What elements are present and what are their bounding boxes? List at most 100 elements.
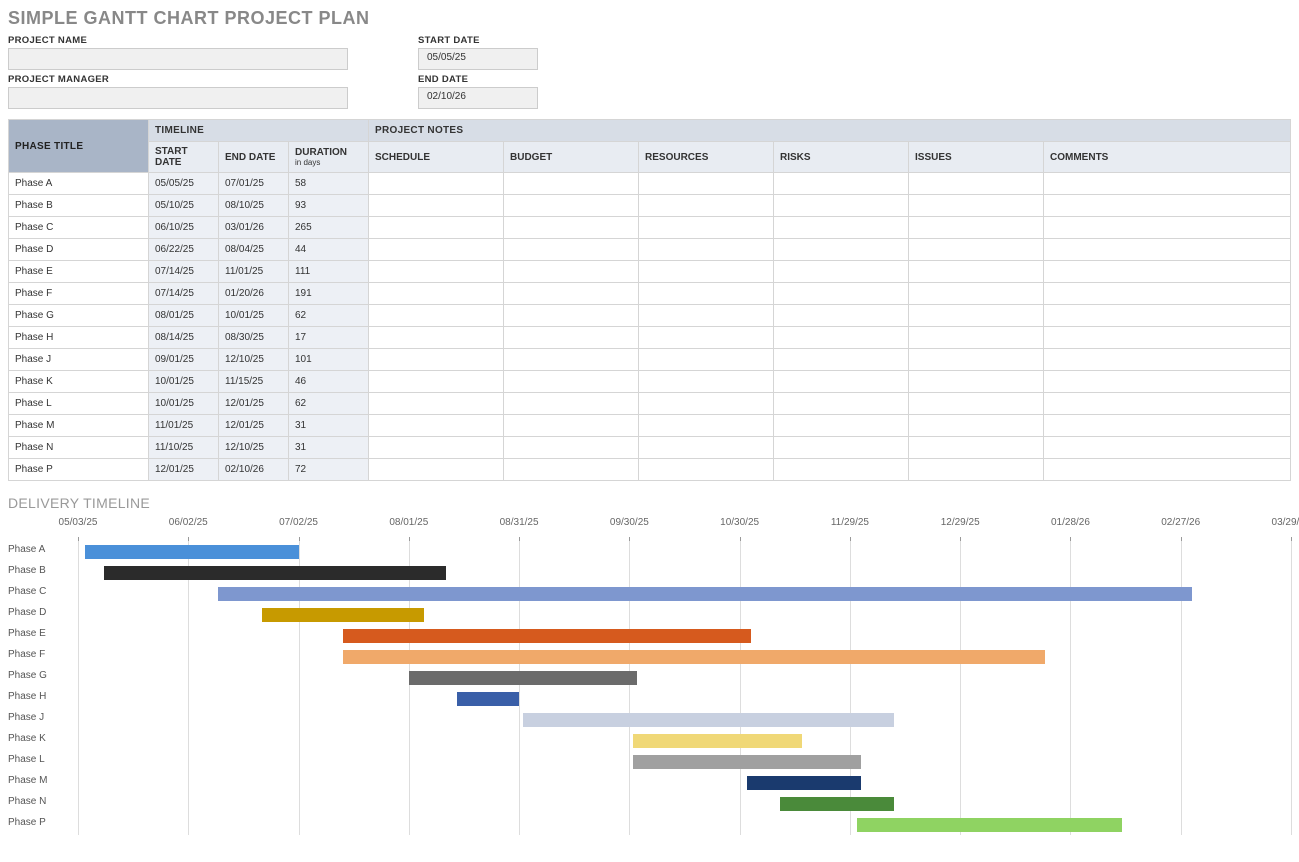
cell-budget[interactable] [504, 283, 639, 305]
cell-phase[interactable]: Phase K [9, 371, 149, 393]
cell-duration[interactable]: 62 [289, 305, 369, 327]
cell-schedule[interactable] [369, 459, 504, 481]
cell-phase[interactable]: Phase B [9, 195, 149, 217]
cell-end[interactable]: 08/10/25 [219, 195, 289, 217]
cell-phase[interactable]: Phase F [9, 283, 149, 305]
cell-start[interactable]: 08/01/25 [149, 305, 219, 327]
cell-comments[interactable] [1044, 459, 1291, 481]
cell-duration[interactable]: 58 [289, 173, 369, 195]
cell-schedule[interactable] [369, 261, 504, 283]
cell-comments[interactable] [1044, 371, 1291, 393]
cell-schedule[interactable] [369, 173, 504, 195]
cell-start[interactable]: 11/01/25 [149, 415, 219, 437]
cell-risks[interactable] [774, 371, 909, 393]
cell-risks[interactable] [774, 327, 909, 349]
cell-resources[interactable] [639, 195, 774, 217]
cell-resources[interactable] [639, 349, 774, 371]
cell-issues[interactable] [909, 349, 1044, 371]
cell-end[interactable]: 01/20/26 [219, 283, 289, 305]
cell-budget[interactable] [504, 437, 639, 459]
cell-risks[interactable] [774, 261, 909, 283]
cell-start[interactable]: 11/10/25 [149, 437, 219, 459]
cell-budget[interactable] [504, 349, 639, 371]
cell-resources[interactable] [639, 217, 774, 239]
cell-issues[interactable] [909, 305, 1044, 327]
cell-comments[interactable] [1044, 283, 1291, 305]
cell-schedule[interactable] [369, 217, 504, 239]
cell-end[interactable]: 08/30/25 [219, 327, 289, 349]
cell-duration[interactable]: 111 [289, 261, 369, 283]
cell-duration[interactable]: 62 [289, 393, 369, 415]
cell-risks[interactable] [774, 349, 909, 371]
cell-schedule[interactable] [369, 371, 504, 393]
cell-phase[interactable]: Phase L [9, 393, 149, 415]
cell-comments[interactable] [1044, 261, 1291, 283]
cell-schedule[interactable] [369, 327, 504, 349]
cell-start[interactable]: 05/10/25 [149, 195, 219, 217]
cell-risks[interactable] [774, 195, 909, 217]
cell-budget[interactable] [504, 393, 639, 415]
cell-start[interactable]: 10/01/25 [149, 371, 219, 393]
cell-budget[interactable] [504, 327, 639, 349]
project-manager-input[interactable] [8, 87, 348, 109]
cell-comments[interactable] [1044, 349, 1291, 371]
cell-budget[interactable] [504, 217, 639, 239]
cell-phase[interactable]: Phase J [9, 349, 149, 371]
cell-phase[interactable]: Phase M [9, 415, 149, 437]
cell-phase[interactable]: Phase E [9, 261, 149, 283]
cell-resources[interactable] [639, 173, 774, 195]
cell-duration[interactable]: 72 [289, 459, 369, 481]
cell-risks[interactable] [774, 283, 909, 305]
cell-risks[interactable] [774, 305, 909, 327]
cell-end[interactable]: 12/10/25 [219, 349, 289, 371]
cell-resources[interactable] [639, 283, 774, 305]
cell-budget[interactable] [504, 415, 639, 437]
cell-duration[interactable]: 265 [289, 217, 369, 239]
cell-end[interactable]: 11/01/25 [219, 261, 289, 283]
cell-start[interactable]: 06/22/25 [149, 239, 219, 261]
cell-duration[interactable]: 93 [289, 195, 369, 217]
cell-phase[interactable]: Phase N [9, 437, 149, 459]
cell-issues[interactable] [909, 371, 1044, 393]
cell-comments[interactable] [1044, 173, 1291, 195]
cell-issues[interactable] [909, 415, 1044, 437]
cell-schedule[interactable] [369, 349, 504, 371]
cell-issues[interactable] [909, 283, 1044, 305]
cell-issues[interactable] [909, 173, 1044, 195]
cell-comments[interactable] [1044, 393, 1291, 415]
cell-budget[interactable] [504, 195, 639, 217]
cell-issues[interactable] [909, 195, 1044, 217]
cell-start[interactable]: 08/14/25 [149, 327, 219, 349]
cell-phase[interactable]: Phase G [9, 305, 149, 327]
cell-budget[interactable] [504, 459, 639, 481]
project-name-input[interactable] [8, 48, 348, 70]
cell-schedule[interactable] [369, 437, 504, 459]
end-date-input[interactable]: 02/10/26 [418, 87, 538, 109]
cell-end[interactable]: 12/01/25 [219, 393, 289, 415]
cell-start[interactable]: 06/10/25 [149, 217, 219, 239]
cell-start[interactable]: 12/01/25 [149, 459, 219, 481]
cell-duration[interactable]: 31 [289, 437, 369, 459]
cell-issues[interactable] [909, 217, 1044, 239]
cell-resources[interactable] [639, 239, 774, 261]
cell-duration[interactable]: 44 [289, 239, 369, 261]
cell-risks[interactable] [774, 239, 909, 261]
cell-duration[interactable]: 101 [289, 349, 369, 371]
cell-duration[interactable]: 191 [289, 283, 369, 305]
cell-risks[interactable] [774, 217, 909, 239]
cell-comments[interactable] [1044, 415, 1291, 437]
cell-comments[interactable] [1044, 327, 1291, 349]
cell-issues[interactable] [909, 437, 1044, 459]
cell-risks[interactable] [774, 437, 909, 459]
cell-phase[interactable]: Phase A [9, 173, 149, 195]
cell-phase[interactable]: Phase P [9, 459, 149, 481]
cell-risks[interactable] [774, 459, 909, 481]
cell-issues[interactable] [909, 261, 1044, 283]
cell-phase[interactable]: Phase H [9, 327, 149, 349]
cell-resources[interactable] [639, 437, 774, 459]
cell-phase[interactable]: Phase D [9, 239, 149, 261]
cell-issues[interactable] [909, 459, 1044, 481]
cell-end[interactable]: 11/15/25 [219, 371, 289, 393]
cell-budget[interactable] [504, 371, 639, 393]
cell-schedule[interactable] [369, 415, 504, 437]
